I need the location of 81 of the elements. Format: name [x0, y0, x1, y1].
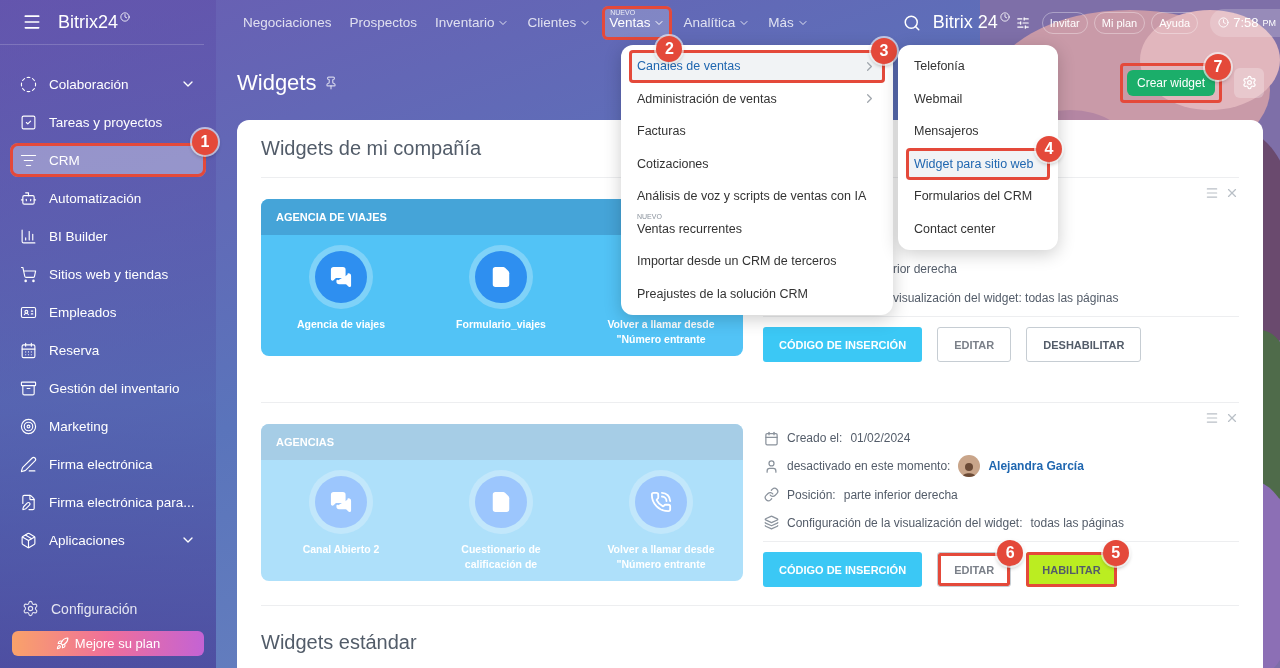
- menu-item[interactable]: Administración de ventas: [629, 82, 885, 115]
- checkbox-icon: [20, 113, 37, 131]
- logo: Bitrix24: [58, 11, 131, 33]
- sidebar-item[interactable]: Sitios web y tiendas: [10, 255, 206, 293]
- info-label: Creado el:: [787, 431, 843, 446]
- info-value: 01/02/2024: [850, 431, 911, 446]
- search-icon[interactable]: [902, 13, 921, 32]
- channel-label: Agencia de viajes: [295, 317, 387, 332]
- callout-badge: 3: [871, 38, 897, 64]
- sidebar-item[interactable]: Empleados: [10, 293, 206, 331]
- info-label: Configuración de la visualización del widget:: [787, 515, 1023, 530]
- widget-button[interactable]: DESHABILITAR: [1026, 327, 1142, 362]
- settings-button[interactable]: [1234, 67, 1264, 98]
- calendar-icon: [763, 430, 779, 446]
- nav-item[interactable]: Inventario: [428, 5, 517, 40]
- target-icon: [20, 417, 37, 435]
- package-icon: [20, 531, 37, 549]
- widget-button[interactable]: EDITAR: [937, 327, 1012, 362]
- info-value: parte inferior derecha: [843, 487, 958, 502]
- link-icon: [763, 487, 779, 503]
- callout-badge: 1: [192, 129, 218, 155]
- info-value: todas las páginas: [1030, 515, 1124, 530]
- robot-icon: [20, 189, 37, 207]
- avatar: [958, 455, 981, 478]
- pen-icon: [20, 455, 37, 473]
- menu-item[interactable]: Formularios del CRM: [906, 180, 1050, 213]
- menu-icon[interactable]: [22, 12, 42, 32]
- info-label: Posición:: [787, 487, 836, 502]
- channel-label: Canal Abierto 2: [301, 542, 381, 557]
- sidebar-item[interactable]: BI Builder: [10, 217, 206, 255]
- cart-icon: [20, 265, 37, 283]
- rocket-icon: [55, 637, 69, 650]
- circle-icon: [20, 75, 37, 93]
- section-title: Widgets estándar: [261, 630, 418, 654]
- page-title: Widgets: [237, 69, 317, 96]
- callout-badge: 5: [1102, 540, 1129, 566]
- channel-label: Volver a llamar desde "Número entrante: [606, 317, 716, 347]
- sliders-icon[interactable]: [1015, 15, 1030, 30]
- sidebar-item[interactable]: Marketing: [10, 407, 206, 445]
- callout-badge: 2: [656, 35, 683, 62]
- sidebar-item[interactable]: Aplicaciones: [10, 521, 206, 559]
- callout-badge: 4: [1036, 135, 1062, 162]
- upgrade-button[interactable]: Mejore su plan: [12, 631, 204, 656]
- bar-chart-icon: [20, 227, 37, 245]
- logo: Bitrix 24: [932, 12, 1010, 33]
- callout-badge: 6: [997, 540, 1024, 566]
- nav-item[interactable]: Prospectos: [342, 5, 425, 40]
- person-icon: [763, 458, 779, 474]
- info-label: desactivado en este momento:: [787, 459, 951, 474]
- calendar-icon: [20, 341, 37, 359]
- sidebar-item[interactable]: Configuración: [12, 600, 204, 617]
- sidebar-item[interactable]: Reserva: [10, 331, 206, 369]
- nav-item[interactable]: Negociaciones: [236, 5, 339, 40]
- sidebar-item[interactable]: Firma electrónica: [10, 445, 206, 483]
- sidebar-item[interactable]: Automatización: [10, 179, 206, 217]
- card-title: AGENCIAS: [261, 424, 743, 460]
- sidebar-item[interactable]: Firma electrónica para...: [10, 483, 206, 521]
- settings-icon: [1241, 75, 1257, 90]
- info-text: visualización del widget: todas las páginas: [893, 290, 1119, 305]
- close-icon[interactable]: [1225, 186, 1239, 200]
- sidebar-item[interactable]: Colaboración: [10, 65, 206, 103]
- menu-item[interactable]: Telefonía: [906, 50, 1050, 83]
- channel-label: Cuestionario de calificación de: [460, 542, 542, 572]
- archive-icon: [20, 379, 37, 397]
- user-link[interactable]: Alejandra García: [988, 459, 1084, 474]
- close-icon[interactable]: [1225, 411, 1239, 425]
- settings-icon: [22, 600, 39, 617]
- channel-label: Volver a llamar desde "Número entrante: [606, 542, 716, 572]
- clock-icon: [1218, 17, 1230, 28]
- sidebar-item[interactable]: Gestión del inventario: [10, 369, 206, 407]
- menu-item[interactable]: Cotizaciones: [629, 147, 885, 180]
- info-text: rior derecha: [893, 262, 958, 277]
- layers-icon: [763, 515, 779, 531]
- nav-item[interactable]: Más: [761, 5, 816, 40]
- clock-widget[interactable]: 7:58 PM: [1210, 8, 1280, 37]
- file-pen-icon: [20, 493, 37, 511]
- nav-item[interactable]: Clientes: [520, 5, 599, 40]
- channel-label: Formulario_viajes: [455, 317, 547, 332]
- menu-item[interactable]: Webmail: [906, 82, 1050, 115]
- pin-icon[interactable]: [324, 75, 339, 90]
- menu-item[interactable]: Contact center: [906, 212, 1050, 245]
